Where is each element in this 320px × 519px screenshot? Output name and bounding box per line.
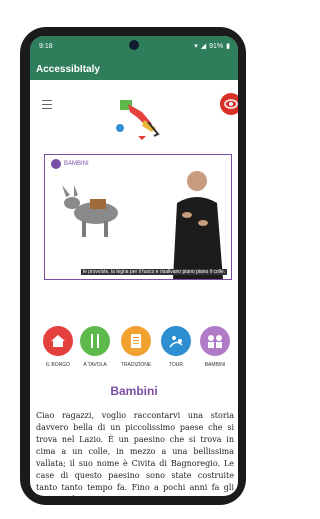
home-icon — [43, 326, 73, 356]
sign-language-interpreter — [173, 171, 223, 279]
accessibility-eye-button[interactable] — [220, 93, 238, 115]
video-subtitle: le provviste, la legna per il fuoco e ri… — [61, 269, 238, 275]
screen: 9:18 ▾ ◢ 91% ▮ AccessibItaly BAMBINI le … — [30, 36, 238, 496]
fork-knife-icon — [80, 326, 110, 356]
category-label: TOUR — [168, 362, 184, 368]
category-bambini[interactable]: BAMBINI — [195, 326, 235, 368]
donkey-illustration-icon — [62, 185, 118, 237]
status-bar: 9:18 ▾ ◢ 91% ▮ — [30, 36, 238, 58]
section-title: Bambini — [110, 384, 158, 398]
eye-icon — [224, 99, 238, 109]
category-label: IL BORGO — [46, 362, 70, 368]
category-icons: IL BORGO A TAVOLA TRADIZIONE TOUR BAMBIN… — [38, 326, 238, 368]
status-time: 9:18 — [39, 43, 53, 50]
children-icon — [200, 326, 230, 356]
category-tradizione[interactable]: TRADIZIONE — [116, 326, 156, 368]
category-il-borgo[interactable]: IL BORGO — [38, 326, 78, 368]
category-label: A TAVOLA — [83, 362, 107, 368]
video-title: BAMBINI — [51, 159, 89, 169]
category-a-tavola[interactable]: A TAVOLA — [75, 326, 115, 368]
bambini-badge-icon — [51, 159, 61, 169]
map-icon — [161, 326, 191, 356]
battery-text: 91% — [209, 42, 224, 50]
signal-icon: ◢ — [200, 43, 207, 50]
video-title-label: BAMBINI — [64, 161, 89, 167]
wifi-icon: ▾ — [194, 43, 198, 50]
category-label: TRADIZIONE — [120, 362, 152, 368]
battery-icon: ▮ — [226, 43, 230, 50]
scroll-icon — [121, 326, 151, 356]
app-bar: AccessibItaly — [30, 58, 238, 80]
category-label: BAMBINI — [204, 362, 226, 368]
section-body-text: Ciao ragazzi, voglio raccontarvi una sto… — [36, 411, 234, 496]
video-subtitle-text: le provviste, la legna per il fuoco e ri… — [80, 269, 228, 275]
status-icons: ▾ ◢ 91% ▮ — [194, 42, 230, 51]
italy-logo-icon — [116, 100, 160, 140]
video-player[interactable]: BAMBINI le provviste, la legna per il fu… — [44, 154, 232, 280]
app-title: AccessibItaly — [36, 64, 100, 75]
category-tour[interactable]: TOUR — [156, 326, 196, 368]
hamburger-menu-icon[interactable] — [42, 100, 52, 109]
camera-notch — [129, 40, 139, 50]
